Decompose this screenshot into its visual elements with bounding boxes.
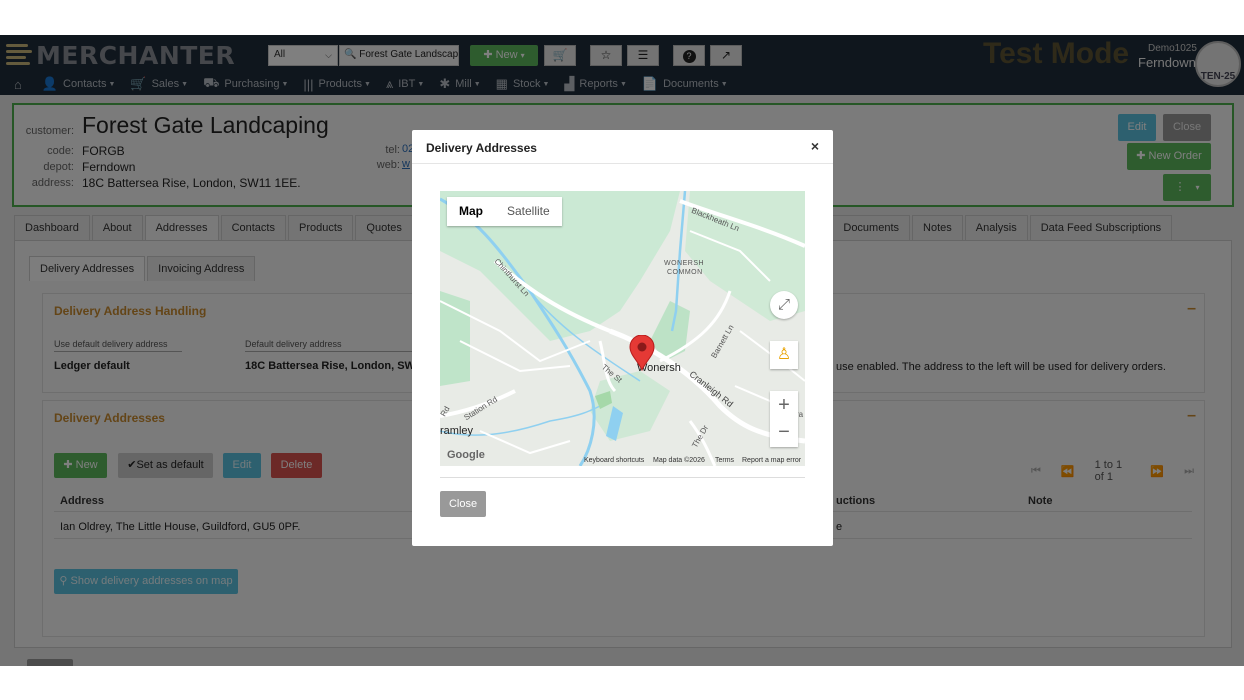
keyboard-shortcuts-link[interactable]: Keyboard shortcuts	[584, 457, 644, 464]
zoom-control: + −	[770, 391, 798, 447]
map-tiles	[440, 191, 805, 466]
map-type-toggle: Map Satellite	[447, 197, 562, 226]
map-label-wonersh-common: WONERSH	[664, 260, 705, 267]
app-window: MERCHANTER All ⌵ 🔍 Forest Gate Landscapi…	[0, 35, 1244, 666]
map-type-map[interactable]: Map	[447, 197, 495, 226]
google-map[interactable]: Map Satellite Blackheath Ln WONERSH COMM…	[440, 191, 805, 466]
close-icon[interactable]: ×	[811, 138, 819, 154]
zoom-in-icon[interactable]: +	[770, 391, 798, 419]
close-modal-button[interactable]: Close	[440, 491, 486, 517]
report-map-error-link[interactable]: Report a map error	[742, 457, 801, 464]
street-view-pegman-icon[interactable]: ♙	[770, 341, 798, 369]
terms-link[interactable]: Terms	[715, 457, 734, 464]
google-logo: Google	[447, 449, 485, 461]
fullscreen-icon[interactable]: ⤢	[770, 291, 798, 319]
map-data-credit: Map data ©2026	[653, 457, 705, 464]
modal-divider	[412, 163, 833, 164]
modal-title: Delivery Addresses	[426, 141, 537, 155]
delivery-addresses-modal: Delivery Addresses × Map Satellite Black…	[412, 130, 833, 546]
zoom-out-icon[interactable]: −	[770, 419, 798, 447]
map-label-wonersh-common-2: COMMON	[667, 269, 703, 276]
map-label-bramley: ramley	[440, 425, 474, 437]
modal-divider	[440, 477, 805, 478]
map-type-satellite[interactable]: Satellite	[495, 197, 562, 226]
